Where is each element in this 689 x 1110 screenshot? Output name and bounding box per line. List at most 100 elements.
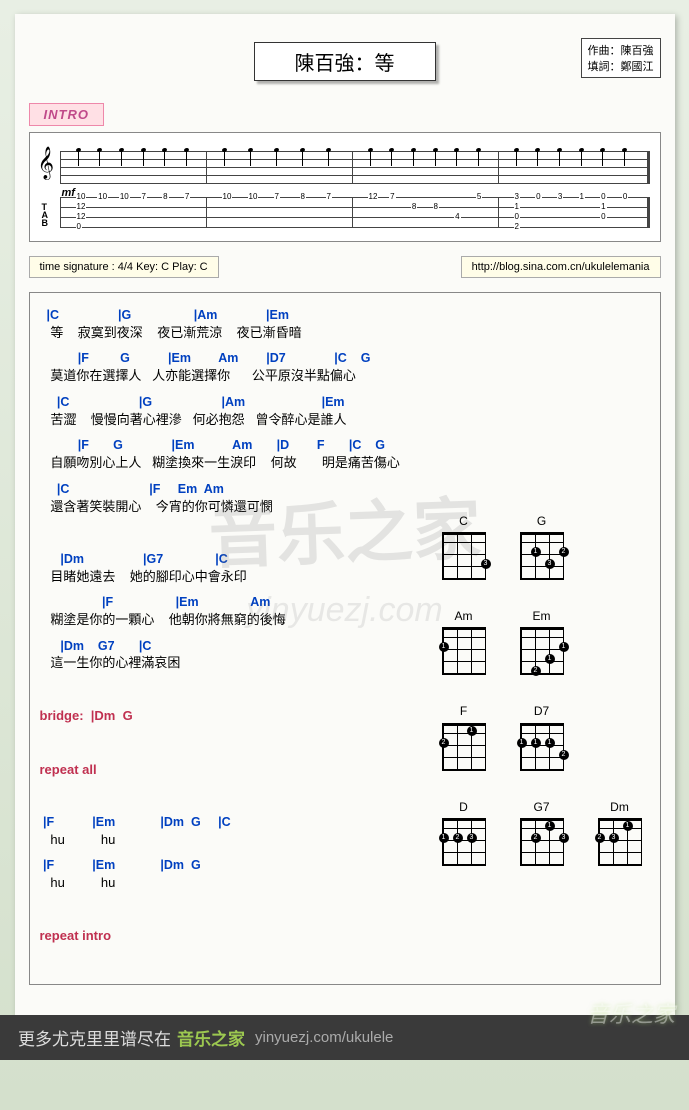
- tab-number: 7: [274, 193, 280, 201]
- note-group: [622, 147, 627, 166]
- fretboard-icon: 123: [442, 818, 486, 866]
- chord-diagram-c: C3: [438, 513, 490, 580]
- tab-number: 7: [141, 193, 147, 201]
- tab-number: 10: [248, 193, 259, 201]
- note-group: [300, 147, 305, 166]
- fretboard-icon: 123: [520, 818, 564, 866]
- music-staff: 𝄞 mf: [36, 141, 654, 189]
- chord-diagram-am: Am1: [438, 608, 490, 675]
- chord-row: D 123 G7 123 Dm231: [438, 799, 646, 866]
- lyricist: 填詞：鄭國江: [588, 58, 654, 74]
- tab-number: 0: [600, 193, 606, 201]
- note-group: [389, 147, 394, 166]
- song-title: 陳百強：等: [254, 42, 436, 81]
- chord-diagram-d7: D71112: [516, 703, 568, 770]
- finger-dot: 1: [531, 547, 541, 557]
- treble-clef-icon: 𝄞: [38, 147, 55, 180]
- tab-number: 8: [433, 203, 439, 211]
- note-group: [119, 147, 124, 166]
- fretboard-icon: 1: [442, 627, 486, 675]
- note-group: [476, 147, 481, 166]
- tab-number: 12: [368, 193, 379, 201]
- note-group: [535, 147, 540, 166]
- finger-dot: 3: [609, 833, 619, 843]
- fretboard-icon: 12: [442, 723, 486, 771]
- chord-name: D7: [516, 703, 568, 719]
- tab-number: 1: [579, 193, 585, 201]
- lyric-line: [40, 901, 650, 919]
- tab-number: 0: [535, 193, 541, 201]
- tab-number: 0: [622, 193, 628, 201]
- intro-label: INTRO: [29, 103, 104, 126]
- fretboard-icon: 211: [520, 627, 564, 675]
- credits-box: 作曲：陳百強 填詞：鄭國江: [581, 38, 661, 78]
- finger-dot: 3: [467, 833, 477, 843]
- note-group: [433, 147, 438, 166]
- tab-number: 2: [514, 223, 520, 231]
- chord-diagram-dm: Dm231: [594, 799, 646, 866]
- finger-dot: 1: [545, 738, 555, 748]
- chord-diagrams: C3G231Am1Em211F12D71112D123G7123Dm231: [438, 513, 646, 866]
- note-group: [454, 147, 459, 166]
- chord-name: G: [516, 513, 568, 529]
- tab-number: 7: [389, 193, 395, 201]
- header: 陳百強：等 作曲：陳百強 填詞：鄭國江: [29, 42, 661, 81]
- chord-row: F12D71112: [438, 703, 646, 770]
- tab-staff: TAB 101212010107871010787127884531020310…: [36, 193, 654, 233]
- note-group: [274, 147, 279, 166]
- tab-label: TAB: [42, 203, 49, 227]
- tab-number: 8: [300, 193, 306, 201]
- fretboard-icon: 231: [520, 532, 564, 580]
- lyric-line: 苦澀 慢慢向著心裡滲 何必抱怨 曾令醉心是誰人: [40, 411, 650, 429]
- tab-number: 0: [76, 223, 82, 231]
- tab-number: 12: [76, 213, 87, 221]
- chord-name: C: [438, 513, 490, 529]
- footer-url[interactable]: yinyuezj.com/ukulele: [255, 1029, 393, 1046]
- chord-diagram-f: F12: [438, 703, 490, 770]
- lyric-line: 莫道你在選擇人 人亦能選擇你 公平原沒半點偏心: [40, 367, 650, 385]
- note-group: [514, 147, 519, 166]
- finger-dot: 2: [439, 738, 449, 748]
- tab-number: 8: [411, 203, 417, 211]
- tab-number: 7: [184, 193, 190, 201]
- note-group: [76, 147, 81, 166]
- finger-dot: 1: [439, 833, 449, 843]
- chord-diagram-g7: G7 123: [516, 799, 568, 866]
- note-group: [97, 147, 102, 166]
- finger-dot: 2: [559, 547, 569, 557]
- note-group: [411, 147, 416, 166]
- blog-link[interactable]: http://blog.sina.com.cn/ukulelemania: [461, 256, 661, 278]
- footer-bar: 更多尤克里里谱尽在 音乐之家 yinyuezj.com/ukulele 音乐之家: [0, 1015, 689, 1060]
- chord-diagram-em: Em211: [516, 608, 568, 675]
- chord-row: C3G231: [438, 513, 646, 580]
- tab-number: 4: [454, 213, 460, 221]
- chord-row: Am1 Em211: [438, 608, 646, 675]
- finger-dot: 3: [481, 559, 491, 569]
- note-group: [141, 147, 146, 166]
- finger-dot: 1: [545, 654, 555, 664]
- tab-number: 10: [76, 193, 87, 201]
- finger-dot: 1: [623, 821, 633, 831]
- chord-name: G7: [516, 799, 568, 815]
- finger-dot: 1: [439, 642, 449, 652]
- finger-dot: 1: [531, 738, 541, 748]
- tab-number: 3: [557, 193, 563, 201]
- section-label: repeat intro: [40, 927, 650, 945]
- note-group: [579, 147, 584, 166]
- note-group: [184, 147, 189, 166]
- chord-name: D: [438, 799, 490, 815]
- finger-dot: 1: [545, 821, 555, 831]
- note-group: [248, 147, 253, 166]
- finger-dot: 1: [517, 738, 527, 748]
- lyric-line: hu hu: [40, 874, 650, 892]
- chord-line: |F G |Em Am |D F |C G: [40, 437, 650, 454]
- tab-number: 10: [97, 193, 108, 201]
- tab-number: 1: [600, 203, 606, 211]
- fretboard-icon: 231: [598, 818, 642, 866]
- lyrics-box: 音乐之家 yinyuezj.com |C |G |Am |Em 等 寂寞到夜深 …: [29, 292, 661, 985]
- tab-number: 0: [514, 213, 520, 221]
- finger-dot: 2: [559, 750, 569, 760]
- finger-dot: 1: [467, 726, 477, 736]
- note-group: [222, 147, 227, 166]
- lyric-line: 等 寂寞到夜深 夜已漸荒涼 夜已漸昏暗: [40, 324, 650, 342]
